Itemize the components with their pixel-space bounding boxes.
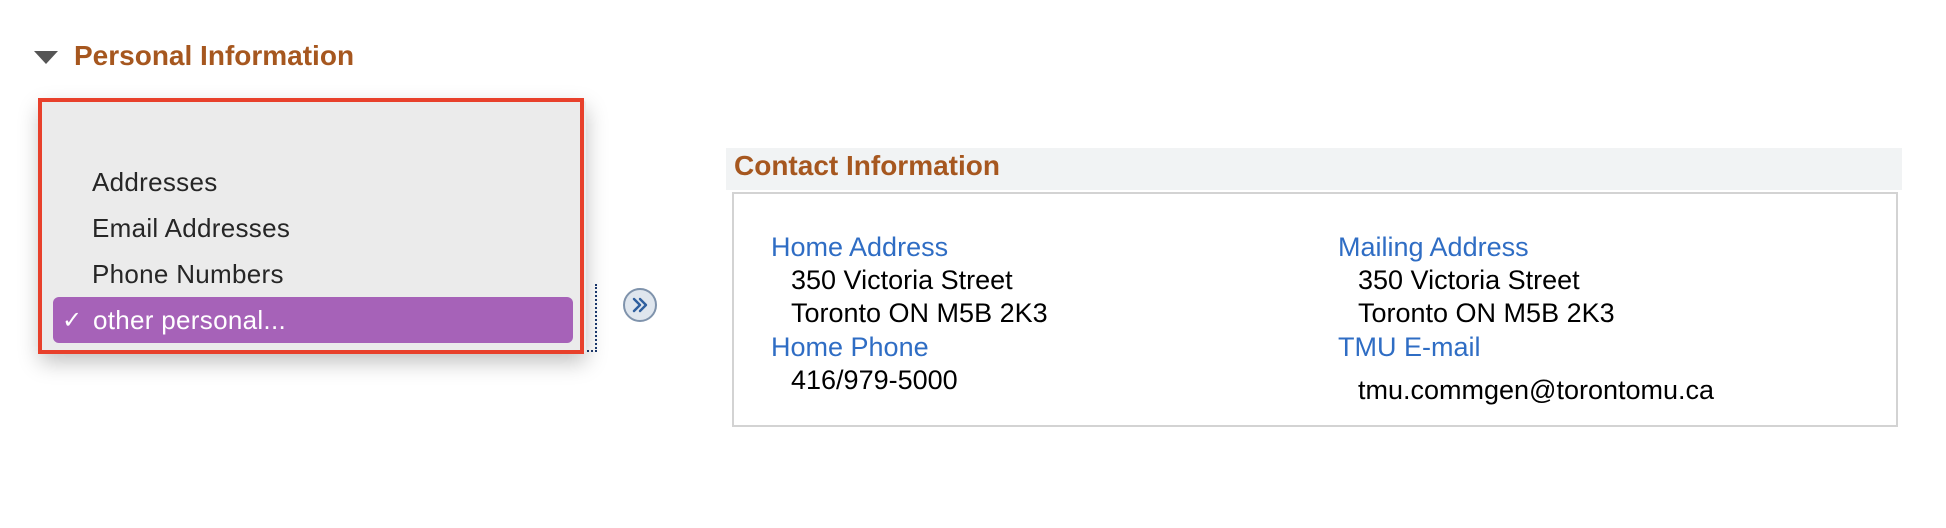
option-label: Addresses [92,166,218,197]
dropdown-option-other-personal[interactable]: ✓ other personal... [53,297,573,343]
option-label: other personal... [93,304,286,335]
mailing-address-label: Mailing Address [1338,232,1529,262]
home-phone-label: Home Phone [771,332,929,362]
tmu-email-label: TMU E-mail [1338,332,1481,362]
option-label: Phone Numbers [92,258,284,289]
section-title: Personal Information [74,40,355,71]
mailing-address-line1: 350 Victoria Street [1358,265,1580,295]
mailing-address-line2: Toronto ON M5B 2K3 [1358,298,1615,328]
home-address-label: Home Address [771,232,949,262]
dropdown-option-addresses[interactable]: Addresses [52,160,572,204]
option-label: Email Addresses [92,212,291,243]
tmu-email-value: tmu.commgen@torontomu.ca [1358,375,1715,405]
checkmark-icon: ✓ [62,306,83,334]
home-address-line1: 350 Victoria Street [791,265,1013,295]
home-phone-value: 416/979-5000 [791,365,958,395]
dropdown-option-email-addresses[interactable]: Email Addresses [52,206,572,250]
double-chevron-right-icon [632,297,648,313]
contact-title: Contact Information [734,150,1000,181]
go-button[interactable] [623,288,657,322]
personal-information-header[interactable]: Personal Information [34,40,354,72]
triangle-down-icon[interactable] [34,50,58,64]
home-address-line2: Toronto ON M5B 2K3 [791,298,1048,328]
dropdown-option-phone-numbers[interactable]: Phone Numbers [52,252,572,296]
